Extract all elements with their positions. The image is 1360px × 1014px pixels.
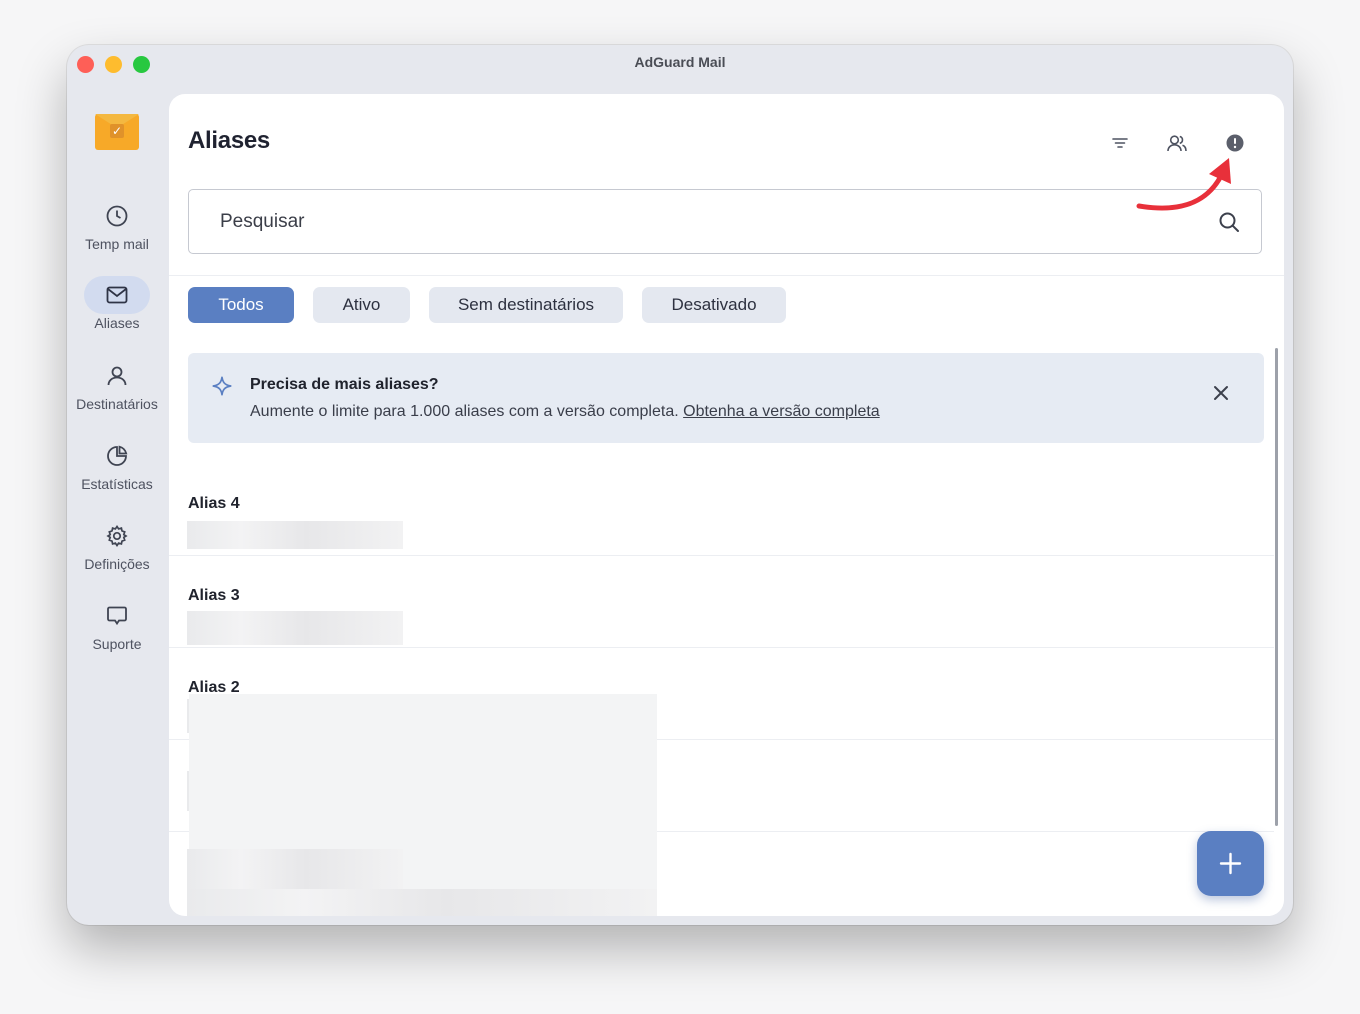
sidebar-item-label: Aliases (94, 315, 140, 331)
search-input[interactable] (220, 208, 1180, 236)
divider (169, 275, 1284, 276)
sidebar-item-label: Temp mail (85, 236, 149, 252)
window-title: AdGuard Mail (634, 54, 726, 70)
filter-tab-disabled[interactable]: Desativado (642, 287, 786, 323)
sparkle-icon (211, 375, 233, 402)
sidebar-item-label: Estatísticas (81, 476, 153, 492)
get-full-version-link[interactable]: Obtenha a versão completa (683, 403, 880, 420)
alias-row[interactable]: Alias 4 (169, 463, 1274, 556)
main-panel: Aliases Todos Ativo Sem destinatários De… (169, 94, 1284, 916)
redacted-email (187, 611, 403, 645)
scrollbar[interactable] (1275, 348, 1278, 826)
sidebar-item-label: Suporte (92, 636, 142, 652)
annotation-arrow-icon (1136, 158, 1231, 211)
sidebar-item-recipients[interactable]: Destinatários (67, 357, 167, 412)
sidebar-item-label: Destinatários (76, 396, 158, 412)
app-logo[interactable]: ✓ (95, 114, 139, 150)
gear-icon (84, 517, 150, 555)
filter-icon[interactable] (1108, 131, 1132, 155)
chat-bubble-icon (84, 597, 150, 635)
sidebar-item-temp-mail[interactable]: Temp mail (67, 197, 167, 252)
alias-row[interactable]: Alias 3 (169, 555, 1274, 648)
sidebar-item-label: Definições (84, 556, 150, 572)
pie-chart-icon (84, 437, 150, 475)
mail-icon (84, 276, 150, 314)
sidebar-item-support[interactable]: Suporte (67, 597, 167, 652)
close-icon[interactable] (1212, 384, 1230, 407)
sidebar-item-aliases[interactable]: Aliases (67, 276, 167, 331)
upgrade-banner: Precisa de mais aliases? Aumente o limit… (188, 353, 1264, 443)
title-bar: AdGuard Mail (67, 45, 1293, 85)
clock-icon (84, 197, 150, 235)
redacted-email (187, 521, 403, 549)
filter-tab-no-recipients[interactable]: Sem destinatários (429, 287, 623, 323)
banner-title: Precisa de mais aliases? (250, 376, 439, 393)
user-icon (84, 357, 150, 395)
app-window: AdGuard Mail ✓ Temp mail Aliases Destina… (67, 45, 1293, 925)
redacted-email (187, 889, 657, 916)
redacted-email (187, 849, 403, 889)
check-icon: ✓ (110, 124, 124, 138)
search-box (188, 189, 1262, 254)
banner-description: Aumente o limite para 1.000 aliases com … (250, 403, 679, 420)
sidebar-item-statistics[interactable]: Estatísticas (67, 437, 167, 492)
sidebar-item-settings[interactable]: Definições (67, 517, 167, 572)
sidebar: ✓ Temp mail Aliases Destinatários Estatí… (67, 85, 167, 925)
add-alias-button[interactable] (1197, 831, 1264, 896)
page-title: Aliases (188, 127, 270, 154)
filter-tab-all[interactable]: Todos (188, 287, 294, 323)
alias-name: Alias 3 (188, 587, 240, 604)
filter-tab-active[interactable]: Ativo (313, 287, 410, 323)
alias-name: Alias 4 (188, 495, 240, 512)
banner-text: Aumente o limite para 1.000 aliases com … (250, 403, 880, 421)
